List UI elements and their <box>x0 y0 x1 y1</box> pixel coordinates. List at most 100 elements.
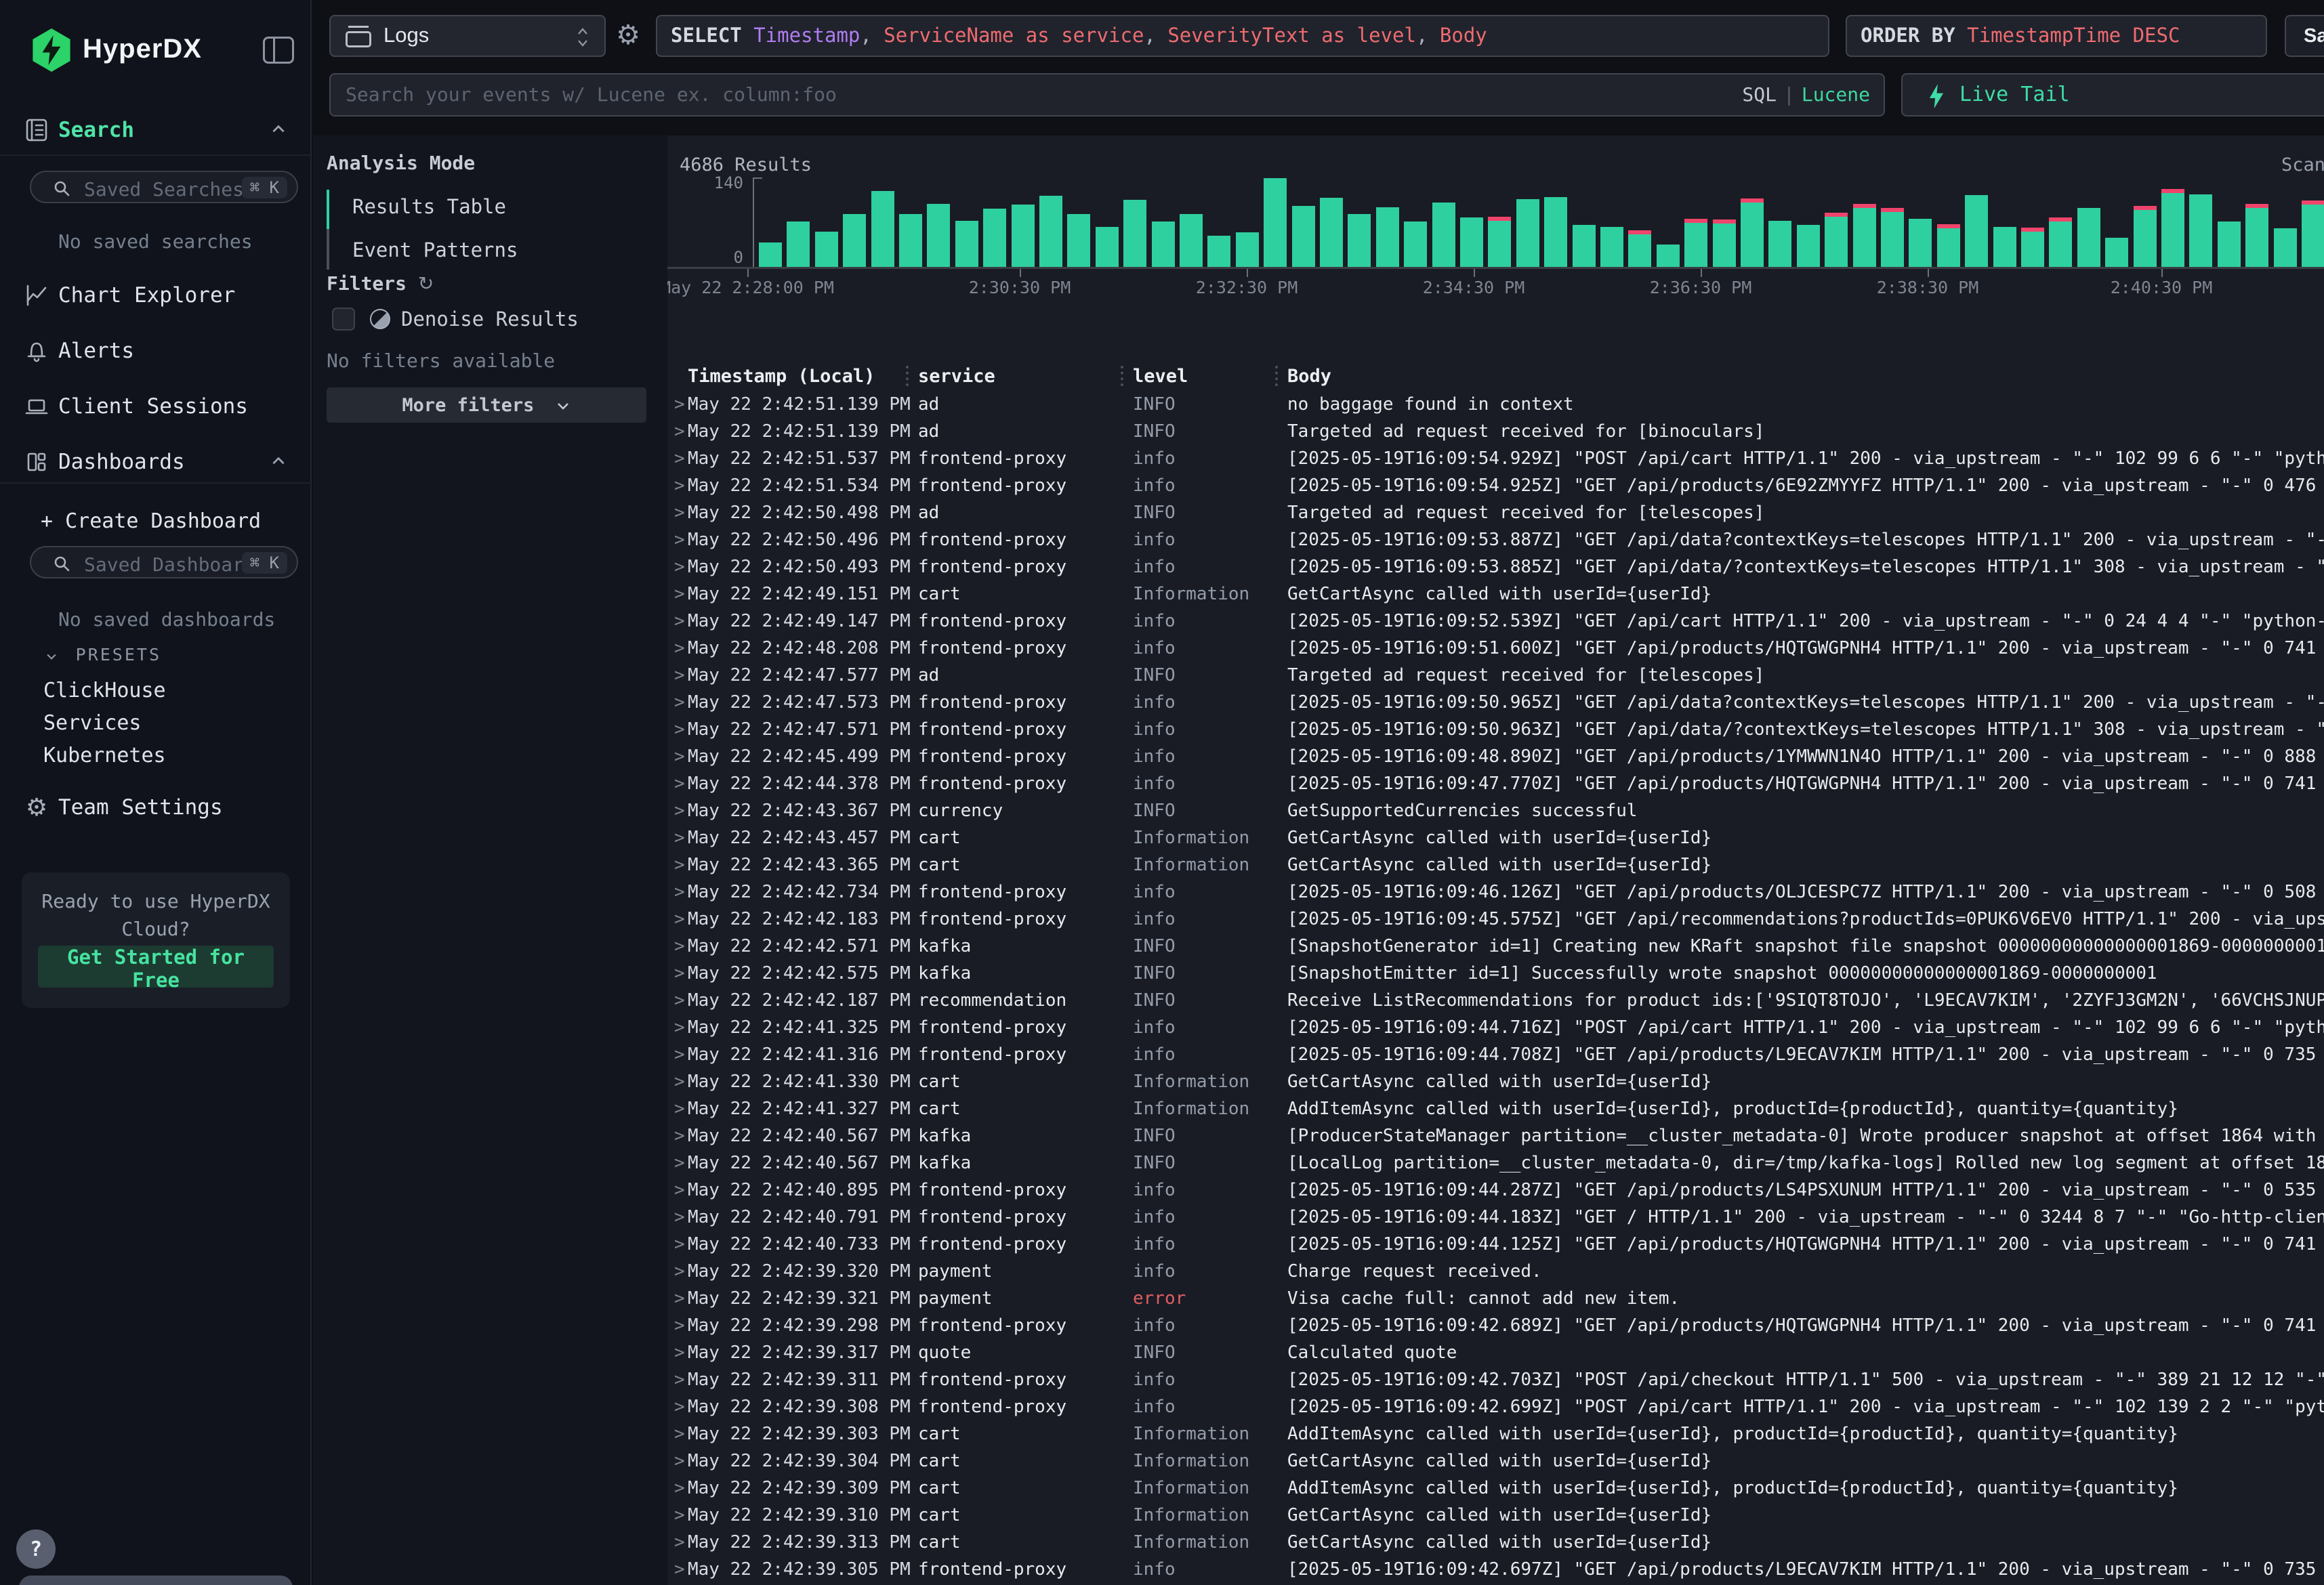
row-expand-icon[interactable]: > <box>674 530 685 550</box>
create-dashboard-button[interactable]: + Create Dashboard <box>41 509 261 533</box>
histogram-bar[interactable] <box>899 214 922 267</box>
row-expand-icon[interactable]: > <box>674 1532 685 1552</box>
histogram-bar[interactable] <box>1067 214 1090 267</box>
sidebar-item-chart-explorer[interactable]: Chart Explorer <box>0 279 312 313</box>
row-expand-icon[interactable]: > <box>674 1126 685 1146</box>
search-query-input[interactable]: Search your events w/ Lucene ex. column:… <box>329 73 1885 117</box>
row-expand-icon[interactable]: > <box>674 394 685 415</box>
row-expand-icon[interactable]: > <box>674 1315 685 1336</box>
row-expand-icon[interactable]: > <box>674 1261 685 1282</box>
row-expand-icon[interactable]: > <box>674 1207 685 1227</box>
histogram-bar[interactable] <box>1376 207 1399 267</box>
histogram-bar[interactable] <box>1684 219 1707 267</box>
table-row[interactable]: >May 22 2:42:42.571 PMkafkaINFO[Snapshot… <box>667 933 2324 960</box>
histogram-bar[interactable] <box>983 209 1006 267</box>
table-row[interactable]: >May 22 2:42:42.575 PMkafkaINFO[Snapshot… <box>667 960 2324 988</box>
table-row[interactable]: >May 22 2:42:41.330 PMcartInformationGet… <box>667 1069 2324 1096</box>
row-expand-icon[interactable]: > <box>674 1505 685 1525</box>
row-expand-icon[interactable]: > <box>674 1099 685 1119</box>
row-expand-icon[interactable]: > <box>674 882 685 902</box>
histogram-bar[interactable] <box>1600 227 1623 267</box>
table-row[interactable]: >May 22 2:42:48.208 PMfrontend-proxyinfo… <box>667 635 2324 662</box>
histogram-bar[interactable] <box>1180 214 1203 267</box>
table-row[interactable]: >May 22 2:42:41.325 PMfrontend-proxyinfo… <box>667 1015 2324 1042</box>
histogram-bar[interactable] <box>1544 197 1567 267</box>
histogram-bar[interactable] <box>871 191 894 267</box>
col-level[interactable]: level <box>1133 366 1188 387</box>
row-expand-icon[interactable]: > <box>674 1072 685 1092</box>
table-row[interactable]: >May 22 2:42:40.733 PMfrontend-proxyinfo… <box>667 1231 2324 1259</box>
histogram-bar[interactable] <box>2245 204 2268 267</box>
source-select[interactable]: Logs <box>329 15 606 57</box>
table-row[interactable]: >May 22 2:42:42.734 PMfrontend-proxyinfo… <box>667 879 2324 906</box>
histogram-bar[interactable] <box>1404 221 1427 267</box>
sidebar-item-search[interactable]: Search <box>0 114 312 148</box>
table-row[interactable]: >May 22 2:42:45.499 PMfrontend-proxyinfo… <box>667 744 2324 771</box>
histogram-bar[interactable] <box>1460 217 1483 267</box>
histogram-bar[interactable] <box>1965 195 1988 267</box>
row-expand-icon[interactable]: > <box>674 801 685 821</box>
histogram-bar[interactable] <box>1207 236 1230 267</box>
table-row[interactable]: >May 22 2:42:43.365 PMcartInformationGet… <box>667 852 2324 879</box>
histogram-bar[interactable] <box>1797 225 1820 267</box>
mode-event-patterns[interactable]: Event Patterns <box>352 238 518 261</box>
table-row[interactable]: >May 22 2:42:51.139 PMadINFOno baggage f… <box>667 392 2324 419</box>
histogram-bar[interactable] <box>2189 194 2212 267</box>
row-expand-icon[interactable]: > <box>674 909 685 929</box>
col-service[interactable]: service <box>918 366 995 387</box>
sidebar-preset-clickhouse[interactable]: ClickHouse <box>43 679 166 702</box>
row-expand-icon[interactable]: > <box>674 1451 685 1471</box>
histogram-bar[interactable] <box>2134 206 2157 267</box>
table-row[interactable]: >May 22 2:42:47.573 PMfrontend-proxyinfo… <box>667 690 2324 717</box>
histogram-bar[interactable] <box>1152 221 1175 267</box>
table-row[interactable]: >May 22 2:42:39.303 PMcartInformationAdd… <box>667 1421 2324 1448</box>
table-row[interactable]: >May 22 2:42:39.298 PMfrontend-proxyinfo… <box>667 1313 2324 1340</box>
source-settings-gear-icon[interactable]: ⚙ <box>613 20 643 50</box>
sidebar-item-alerts[interactable]: Alerts <box>0 335 312 368</box>
table-row[interactable]: >May 22 2:42:49.151 PMcartInformationGet… <box>667 581 2324 608</box>
table-row[interactable]: >May 22 2:42:40.791 PMfrontend-proxyinfo… <box>667 1204 2324 1231</box>
row-expand-icon[interactable]: > <box>674 1288 685 1309</box>
mode-results-table[interactable]: Results Table <box>352 195 506 218</box>
select-query-input[interactable]: SELECT Timestamp, ServiceName as service… <box>656 15 1829 57</box>
row-expand-icon[interactable]: > <box>674 448 685 469</box>
histogram-bar[interactable] <box>1993 227 2016 267</box>
histogram-bar[interactable] <box>1096 227 1119 267</box>
table-row[interactable]: >May 22 2:42:51.537 PMfrontend-proxyinfo… <box>667 446 2324 473</box>
table-row[interactable]: >May 22 2:42:50.493 PMfrontend-proxyinfo… <box>667 554 2324 581</box>
histogram-bar[interactable] <box>1320 198 1343 267</box>
row-expand-icon[interactable]: > <box>674 963 685 984</box>
table-row[interactable]: >May 22 2:42:39.311 PMfrontend-proxyinfo… <box>667 1367 2324 1394</box>
row-expand-icon[interactable]: > <box>674 421 685 442</box>
histogram-bar[interactable] <box>1825 213 1848 267</box>
histogram-bar[interactable] <box>1012 205 1035 267</box>
row-expand-icon[interactable]: > <box>674 1234 685 1254</box>
table-row[interactable]: >May 22 2:42:51.139 PMadINFOTargeted ad … <box>667 419 2324 446</box>
histogram-bar[interactable] <box>1432 203 1455 267</box>
table-row[interactable]: >May 22 2:42:39.305 PMfrontend-proxyinfo… <box>667 1557 2324 1584</box>
table-row[interactable]: >May 22 2:42:39.317 PMquoteINFOCalculate… <box>667 1340 2324 1367</box>
chevron-up-icon[interactable] <box>270 121 287 138</box>
histogram-bar[interactable] <box>1292 206 1315 267</box>
row-expand-icon[interactable]: > <box>674 476 685 496</box>
save-button[interactable]: Sa <box>2285 15 2324 57</box>
chevron-up-icon[interactable] <box>270 452 287 470</box>
row-expand-icon[interactable]: > <box>674 774 685 794</box>
row-expand-icon[interactable]: > <box>674 1370 685 1390</box>
histogram-bar[interactable] <box>1881 208 1904 267</box>
table-row[interactable]: >May 22 2:42:50.496 PMfrontend-proxyinfo… <box>667 527 2324 554</box>
denoise-checkbox[interactable] <box>332 308 355 331</box>
table-row[interactable]: >May 22 2:42:41.316 PMfrontend-proxyinfo… <box>667 1042 2324 1069</box>
get-started-button[interactable]: Get Started for Free <box>38 946 274 988</box>
sidebar-preset-kubernetes[interactable]: Kubernetes <box>43 744 166 767</box>
histogram-bar[interactable] <box>1348 214 1371 267</box>
sidebar-preset-services[interactable]: Services <box>43 711 142 735</box>
col-timestamp[interactable]: Timestamp (Local) <box>688 366 875 387</box>
row-expand-icon[interactable]: > <box>674 692 685 713</box>
row-expand-icon[interactable]: > <box>674 828 685 848</box>
row-expand-icon[interactable]: > <box>674 1397 685 1417</box>
column-divider[interactable] <box>1121 366 1123 386</box>
table-row[interactable]: >May 22 2:42:50.498 PMadINFOTargeted ad … <box>667 500 2324 527</box>
table-row[interactable]: >May 22 2:42:40.567 PMkafkaINFO[Producer… <box>667 1123 2324 1150</box>
column-divider[interactable] <box>906 366 909 386</box>
